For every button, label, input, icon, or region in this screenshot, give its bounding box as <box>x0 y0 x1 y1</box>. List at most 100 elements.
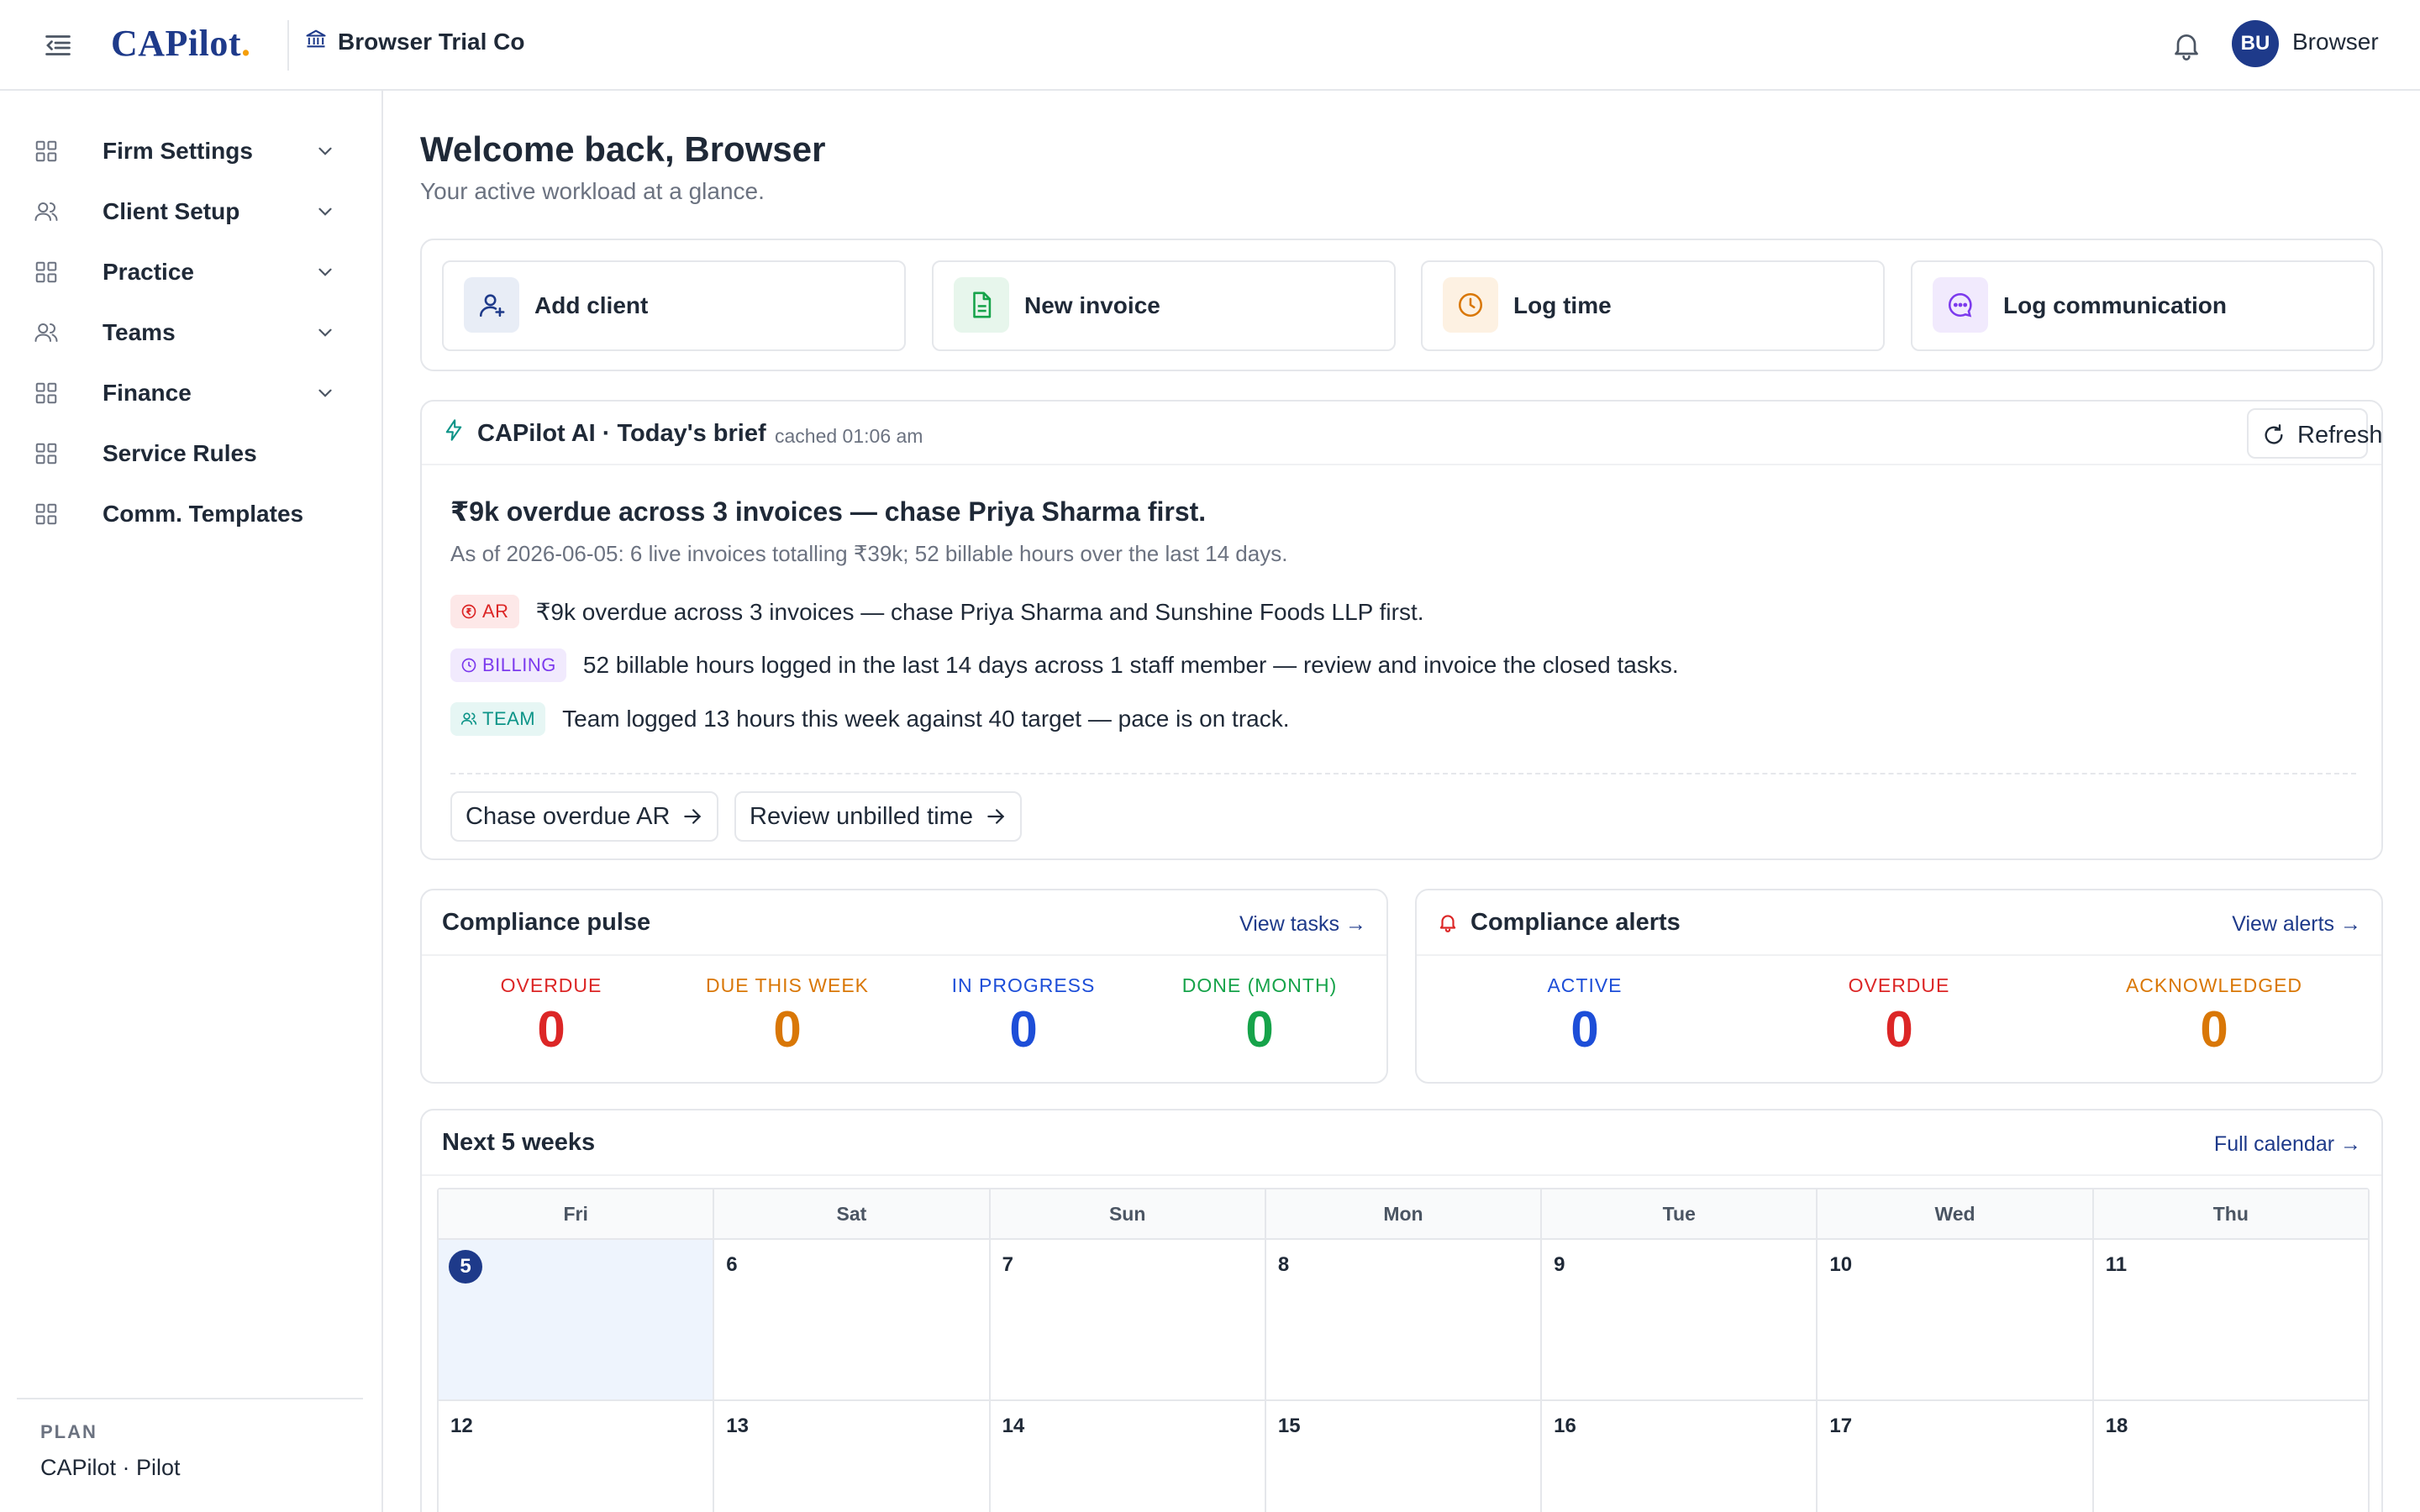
user-icon <box>464 277 519 333</box>
view-alerts-link[interactable]: View alerts → <box>2232 912 2361 937</box>
stat-value: 0 <box>1885 1001 1913 1058</box>
calendar-day-number: 9 <box>1554 1253 1565 1276</box>
full-calendar-link[interactable]: Full calendar → <box>2214 1132 2361 1157</box>
stat-label: IN PROGRESS <box>951 974 1096 996</box>
calendar-day-number: 10 <box>1829 1253 1853 1276</box>
ai-brief-header: CAPilot AI · Today's brief cached 01:06 … <box>422 402 2383 465</box>
stat-done-month: DONE (MONTH) 0 <box>1134 974 1386 1058</box>
chevron-down-icon[interactable] <box>314 261 336 283</box>
ai-brief-card: CAPilot AI · Today's brief cached 01:06 … <box>420 400 2383 860</box>
refresh-icon <box>2265 424 2283 444</box>
ai-brief-cached: cached 01:06 am <box>775 425 923 447</box>
weekday-header: Tue <box>1540 1189 1816 1238</box>
currency-icon <box>461 604 476 619</box>
calendar-day[interactable]: 12 <box>439 1401 713 1512</box>
compliance-pulse-title: Compliance pulse <box>442 909 651 936</box>
notifications-bell-icon[interactable] <box>2170 29 2203 62</box>
quick-action-label: New invoice <box>1024 292 1160 318</box>
chevron-down-icon[interactable] <box>314 140 336 162</box>
user-menu[interactable]: Browser <box>2292 29 2379 55</box>
stat-label: OVERDUE <box>500 974 602 996</box>
sidebar-item-firm-settings[interactable]: Firm Settings <box>0 121 381 181</box>
stat-in-progress: IN PROGRESS 0 <box>897 974 1150 1058</box>
stat-label: DONE (MONTH) <box>1181 974 1338 996</box>
grid-icon <box>34 139 59 164</box>
add-client-button[interactable]: Add client <box>442 260 906 351</box>
log-communication-button[interactable]: Log communication <box>1911 260 2375 351</box>
calendar-day[interactable]: 6 <box>713 1240 988 1399</box>
calendar-day[interactable]: 15 <box>1264 1401 1540 1512</box>
calendar-day[interactable]: 14 <box>988 1401 1265 1512</box>
calendar-card: Next 5 weeks Full calendar → Fri Sat Sun Mo… <box>420 1109 2383 1512</box>
calendar-day-number: 15 <box>1277 1415 1301 1437</box>
stat-label: OVERDUE <box>1848 974 1950 996</box>
billing-badge: BILLING <box>450 648 566 682</box>
calendar-day-number: 8 <box>1277 1253 1290 1276</box>
avatar[interactable]: BU <box>2232 20 2279 67</box>
ar-badge: AR <box>450 595 519 628</box>
brief-line-team: TEAM Team logged 13 hours this week agai… <box>450 702 1290 736</box>
calendar-day[interactable]: 8 <box>1264 1240 1540 1399</box>
weekday-header: Fri <box>563 1202 588 1225</box>
view-tasks-link[interactable]: View tasks → <box>1239 912 1366 937</box>
firm-switcher[interactable]: Browser Trial Co <box>304 27 525 56</box>
weekday-header: Mon <box>1264 1189 1540 1238</box>
chevron-down-icon[interactable] <box>314 322 336 344</box>
calendar-day[interactable]: 5 <box>439 1240 713 1399</box>
quick-actions: Add client New invoice Log time Log communi… <box>420 239 2383 371</box>
stat-label: ACTIVE <box>1547 974 1623 996</box>
sidebar-item-practice[interactable]: Practice <box>0 242 381 302</box>
calendar-day-number: 17 <box>1829 1415 1853 1437</box>
sidebar-toggle-icon[interactable] <box>42 30 74 60</box>
calendar-day[interactable]: 18 <box>2091 1401 2368 1512</box>
calendar-day-number: 14 <box>1002 1415 1025 1437</box>
arrow-right-icon <box>684 809 702 824</box>
stat-acknowledged: ACKNOWLEDGED 0 <box>2088 974 2340 1058</box>
calendar-day[interactable]: 10 <box>1816 1240 2091 1399</box>
brief-line-text: Team logged 13 hours this week against 4… <box>562 706 1290 732</box>
log-time-button[interactable]: Log time <box>1421 260 1885 351</box>
chat-icon <box>1933 277 1988 333</box>
sidebar-item-client-setup[interactable]: Client Setup <box>0 181 381 242</box>
stat-value: 0 <box>2200 1001 2228 1058</box>
chase-overdue-ar-button[interactable]: Chase overdue AR <box>450 791 719 842</box>
calendar-day[interactable]: 9 <box>1540 1240 1816 1399</box>
ai-brief-summary: As of 2026-06-05: 6 live invoices totall… <box>450 541 1288 566</box>
sidebar-item-label: Comm. Templates <box>103 501 304 527</box>
new-invoice-button[interactable]: New invoice <box>932 260 1396 351</box>
ai-brief-title: CAPilot AI · Today's brief <box>477 420 766 447</box>
sidebar-item-teams[interactable]: Teams <box>0 302 381 363</box>
sidebar: Firm Settings Client Setup Practice Teams Fi… <box>0 91 383 1512</box>
plan-value: CAPilot · Pilot <box>40 1455 181 1480</box>
sidebar-item-service-rules[interactable]: Service Rules <box>0 423 381 484</box>
calendar-day[interactable]: 13 <box>713 1401 988 1512</box>
calendar-week-row: 12 13 14 15 16 17 18 <box>439 1401 2368 1512</box>
quick-action-label: Add client <box>534 292 649 318</box>
compliance-pulse-card: Compliance pulse View tasks → OVERDUE 0 DU… <box>420 889 1388 1084</box>
chevron-down-icon[interactable] <box>314 382 336 404</box>
lightning-icon <box>442 417 466 444</box>
stat-value: 0 <box>1009 1001 1038 1058</box>
sidebar-item-finance[interactable]: Finance <box>0 363 381 423</box>
grid-icon <box>34 441 59 466</box>
quick-action-label: Log time <box>1513 292 1612 318</box>
refresh-button[interactable]: Refresh <box>2247 408 2383 459</box>
sidebar-item-label: Firm Settings <box>103 138 253 164</box>
stat-label: ACKNOWLEDGED <box>2125 974 2303 996</box>
brief-divider <box>450 773 2356 774</box>
brand-logo[interactable]: CAPilot. <box>111 22 251 65</box>
calendar-day[interactable]: 16 <box>1540 1401 1816 1512</box>
grid-icon <box>34 501 59 527</box>
calendar-day[interactable]: 17 <box>1816 1401 2091 1512</box>
weekday-header: Wed <box>1816 1189 2091 1238</box>
sidebar-nav: Firm Settings Client Setup Practice Teams Fi… <box>0 91 381 544</box>
chevron-down-icon[interactable] <box>314 201 336 223</box>
calendar-day[interactable]: 7 <box>988 1240 1265 1399</box>
review-unbilled-time-button[interactable]: Review unbilled time <box>734 791 1022 842</box>
header-divider <box>287 20 289 71</box>
stat-due-this-week: DUE THIS WEEK 0 <box>661 974 913 1058</box>
sidebar-item-comm-templates[interactable]: Comm. Templates <box>0 484 381 544</box>
calendar-day[interactable]: 11 <box>2091 1240 2368 1399</box>
sidebar-item-label: Client Setup <box>103 198 240 224</box>
plan-divider <box>17 1398 363 1399</box>
